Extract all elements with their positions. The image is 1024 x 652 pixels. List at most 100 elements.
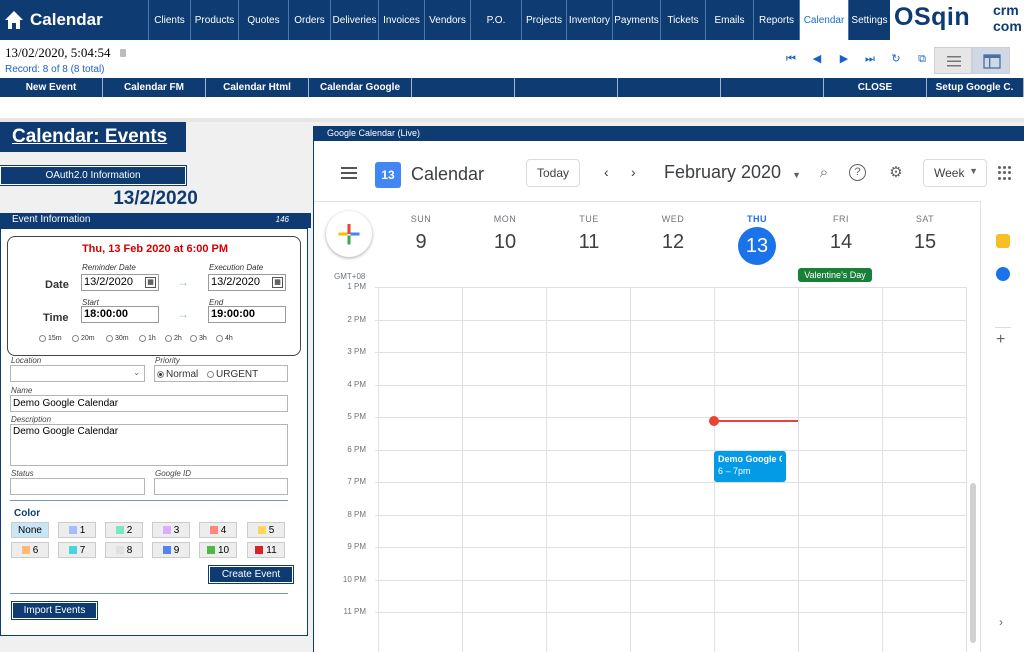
nav-tab-tickets[interactable]: Tickets: [660, 0, 705, 40]
color-option-9[interactable]: 9: [152, 542, 190, 558]
record-count[interactable]: Record: 8 of 8 (8 total): [5, 64, 105, 75]
action-setup-google-c-[interactable]: Setup Google C.: [926, 78, 1024, 97]
create-event-button[interactable]: Create Event: [208, 565, 294, 584]
nav-tab-payments[interactable]: Payments: [612, 0, 660, 40]
duration-option-3h[interactable]: 3h: [190, 335, 207, 342]
create-button[interactable]: [326, 211, 372, 257]
calendar-picker-icon[interactable]: ▦: [145, 277, 156, 288]
vertical-scrollbar[interactable]: [970, 483, 976, 643]
nav-tab-emails[interactable]: Emails: [705, 0, 753, 40]
color-option-2[interactable]: 2: [105, 522, 143, 538]
action-calendar-fm[interactable]: Calendar FM: [103, 78, 206, 97]
time-label: Time: [43, 312, 69, 324]
hour-label: 4 PM: [347, 379, 366, 389]
next-week-icon[interactable]: ›: [631, 164, 636, 180]
hour-line: [375, 449, 967, 451]
start-time-input[interactable]: 18:00:00: [81, 306, 159, 323]
duration-option-1h[interactable]: 1h: [139, 335, 156, 342]
all-day-event[interactable]: Valentine's Day: [798, 268, 872, 282]
color-option-none[interactable]: None: [11, 522, 49, 538]
description-textarea[interactable]: Demo Google Calendar: [10, 424, 288, 466]
first-record-icon[interactable]: ⏮: [785, 53, 797, 65]
nav-tab-calendar[interactable]: Calendar: [799, 0, 848, 40]
day-number[interactable]: 9: [379, 231, 463, 254]
tasks-icon[interactable]: [996, 267, 1010, 281]
list-view-button[interactable]: [934, 47, 972, 74]
calendar-picker-icon[interactable]: ▦: [272, 277, 283, 288]
refresh-icon[interactable]: ↻: [890, 53, 902, 65]
color-option-4[interactable]: 4: [199, 522, 237, 538]
form-view-button[interactable]: [972, 47, 1010, 74]
oauth-info-button[interactable]: OAuth2.0 Information: [0, 165, 187, 186]
end-time-input[interactable]: 19:00:00: [208, 306, 286, 323]
osqin-logo: OSqin crm com: [890, 0, 1024, 40]
color-option-11[interactable]: 11: [247, 542, 285, 558]
last-record-icon[interactable]: ⏭: [864, 53, 876, 65]
duration-option-30m[interactable]: 30m: [106, 335, 129, 342]
priority-urgent-radio[interactable]: URGENT: [207, 369, 258, 380]
apps-grid-icon[interactable]: [998, 166, 1012, 180]
duration-option-15m[interactable]: 15m: [39, 335, 62, 342]
search-icon[interactable]: ⌕: [814, 163, 834, 183]
today-date[interactable]: 13: [738, 227, 776, 265]
previous-record-icon[interactable]: ◀: [811, 53, 823, 65]
previous-week-icon[interactable]: ‹: [604, 164, 609, 180]
day-number[interactable]: 12: [631, 231, 715, 254]
nav-tab-projects[interactable]: Projects: [521, 0, 566, 40]
color-option-7[interactable]: 7: [58, 542, 96, 558]
day-number[interactable]: 10: [463, 231, 547, 254]
plus-icon: [338, 224, 360, 245]
color-option-8[interactable]: 8: [105, 542, 143, 558]
nav-tab-deliveries[interactable]: Deliveries: [330, 0, 378, 40]
gear-icon[interactable]: ⚙: [886, 163, 906, 183]
status-input[interactable]: [10, 478, 145, 495]
duration-option-4h[interactable]: 4h: [216, 335, 233, 342]
side-panel: + ›: [980, 201, 1024, 652]
nav-tab-p-o-[interactable]: P.O.: [470, 0, 521, 40]
import-events-button[interactable]: Import Events: [11, 601, 98, 620]
color-option-6[interactable]: 6: [11, 542, 49, 558]
keep-icon[interactable]: [996, 234, 1010, 248]
color-option-10[interactable]: 10: [199, 542, 237, 558]
main-menu-icon[interactable]: [341, 167, 357, 179]
today-button[interactable]: Today: [526, 159, 580, 187]
arrow-right-icon: →: [177, 307, 189, 321]
nav-tab-orders[interactable]: Orders: [288, 0, 330, 40]
nav-tab-products[interactable]: Products: [190, 0, 238, 40]
execution-date-input[interactable]: 13/2/2020 ▦: [208, 274, 286, 291]
google-id-input[interactable]: [154, 478, 288, 495]
reminder-date-input[interactable]: 13/2/2020 ▦: [81, 274, 159, 291]
next-record-icon[interactable]: ▶: [838, 53, 850, 65]
name-input[interactable]: Demo Google Calendar: [10, 395, 288, 412]
nav-tab-inventory[interactable]: Inventory: [566, 0, 612, 40]
action-close[interactable]: CLOSE: [824, 78, 927, 97]
day-number[interactable]: 15: [883, 231, 967, 254]
calendar-event[interactable]: Demo Google C 6 – 7pm: [714, 451, 786, 482]
nav-tab-clients[interactable]: Clients: [148, 0, 190, 40]
expand-panel-icon[interactable]: ›: [999, 615, 1003, 629]
home-icon[interactable]: [3, 9, 25, 31]
add-addon-icon[interactable]: +: [996, 331, 1005, 349]
duration-option-20m[interactable]: 20m: [72, 335, 95, 342]
nav-tab-vendors[interactable]: Vendors: [424, 0, 470, 40]
action-calendar-html[interactable]: Calendar Html: [206, 78, 309, 97]
day-number[interactable]: 14: [799, 231, 883, 254]
nav-tab-quotes[interactable]: Quotes: [238, 0, 288, 40]
color-option-1[interactable]: 1: [58, 522, 96, 538]
location-select[interactable]: ⌄: [10, 365, 145, 382]
nav-tab-invoices[interactable]: Invoices: [378, 0, 424, 40]
color-option-5[interactable]: 5: [247, 522, 285, 538]
open-external-icon[interactable]: ⧉: [916, 53, 928, 65]
nav-tab-reports[interactable]: Reports: [753, 0, 799, 40]
action-calendar-google[interactable]: Calendar Google: [309, 78, 412, 97]
duration-option-2h[interactable]: 2h: [165, 335, 182, 342]
action-new-event[interactable]: New Event: [0, 78, 103, 97]
color-option-3[interactable]: 3: [152, 522, 190, 538]
brand[interactable]: Calendar: [0, 0, 148, 40]
priority-normal-radio[interactable]: Normal: [157, 369, 198, 380]
view-selector[interactable]: Week ▼: [923, 159, 987, 187]
month-selector[interactable]: February 2020 ▼: [664, 162, 801, 183]
day-number[interactable]: 11: [547, 231, 631, 254]
nav-tab-settings[interactable]: Settings: [848, 0, 890, 40]
help-icon[interactable]: ?: [849, 164, 866, 181]
